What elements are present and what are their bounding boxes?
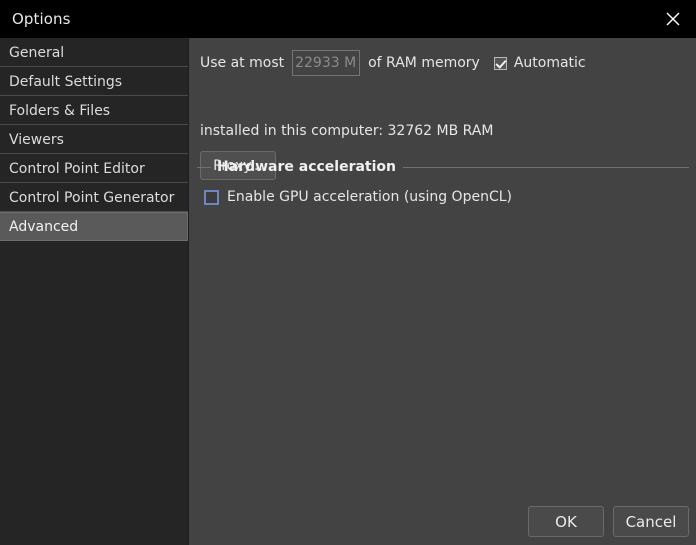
sidebar-item-label: General [9,45,65,61]
gpu-acceleration-checkbox[interactable]: Enable GPU acceleration (using OpenCL) [204,189,689,205]
checkmark-icon [493,56,507,70]
sidebar-item-default-settings[interactable]: Default Settings [0,67,188,96]
sidebar-item-label: Advanced [9,219,79,235]
ok-button[interactable]: OK [528,506,604,537]
group-divider-right [403,166,689,168]
options-dialog: Options General Default Settings Folders… [0,0,696,545]
ram-suffix-label: of RAM memory [368,55,480,71]
group-header: Hardware acceleration [197,158,689,176]
sidebar: General Default Settings Folders & Files… [0,38,189,545]
ram-prefix-label: Use at most [200,55,285,71]
close-icon[interactable] [650,0,696,38]
advanced-settings-panel: Use at most of RAM memory Automatic inst… [189,38,696,545]
installed-ram-text: installed in this computer: 32762 MB RAM [200,123,494,139]
title-bar: Options [0,0,696,38]
cancel-button[interactable]: Cancel [613,506,689,537]
checkbox-icon [204,189,219,205]
gpu-acceleration-label: Enable GPU acceleration (using OpenCL) [227,189,512,205]
sidebar-item-label: Viewers [9,132,64,148]
sidebar-item-label: Control Point Editor [9,161,145,177]
sidebar-item-folders-and-files[interactable]: Folders & Files [0,96,188,125]
sidebar-item-label: Default Settings [9,74,123,90]
sidebar-item-label: Control Point Generator [9,190,175,206]
automatic-checkbox[interactable]: Automatic [493,55,586,71]
hardware-acceleration-group: Hardware acceleration Enable GPU acceler… [197,158,689,205]
sidebar-item-control-point-editor[interactable]: Control Point Editor [0,154,188,183]
hardware-acceleration-title: Hardware acceleration [217,159,397,175]
ram-limit-row: Use at most of RAM memory Automatic [200,50,586,76]
sidebar-item-advanced[interactable]: Advanced [0,212,188,241]
sidebar-item-viewers[interactable]: Viewers [0,125,188,154]
ram-amount-input[interactable] [292,50,361,76]
group-divider-left [197,166,211,168]
window-title: Options [12,10,71,28]
sidebar-item-general[interactable]: General [0,38,188,67]
sidebar-item-label: Folders & Files [9,103,111,119]
sidebar-item-control-point-generator[interactable]: Control Point Generator [0,183,188,212]
automatic-label: Automatic [513,55,586,71]
